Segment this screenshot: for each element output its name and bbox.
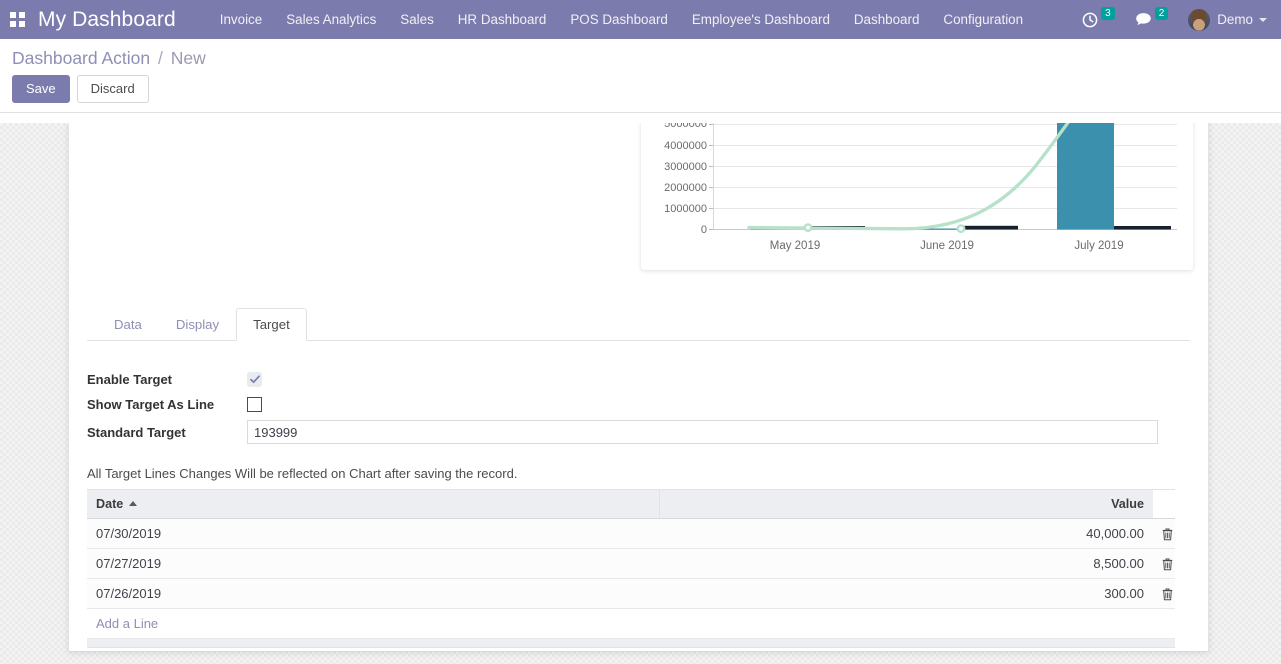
messaging-menu-button[interactable]: 2: [1125, 0, 1179, 39]
menu-item-hr-dashboard[interactable]: HR Dashboard: [446, 0, 559, 39]
breadcrumb: Dashboard Action / New: [12, 47, 1269, 69]
tab-target[interactable]: Target: [236, 308, 307, 341]
add-a-line-link[interactable]: Add a Line: [96, 616, 158, 631]
navbar-systray: 3 2 Demo: [1072, 0, 1281, 39]
menu-item-pos-dashboard[interactable]: POS Dashboard: [558, 0, 680, 39]
table-body: 07/30/2019 40,000.00 07/: [87, 519, 1175, 639]
notebook: Data Display Target Enable Target: [87, 308, 1190, 648]
cell-delete[interactable]: [1153, 519, 1175, 549]
user-menu-button[interactable]: Demo: [1178, 0, 1273, 39]
field-row-show-target-as-line: Show Target As Line: [87, 392, 1190, 417]
activity-count-badge: 3: [1101, 7, 1115, 20]
app-brand-title[interactable]: My Dashboard: [34, 8, 186, 32]
table-header-row: Date Value: [87, 490, 1175, 519]
tab-data[interactable]: Data: [97, 308, 159, 341]
cell-date[interactable]: 07/30/2019: [87, 519, 659, 549]
sort-ascending-icon: [129, 501, 137, 506]
cell-value[interactable]: 8,500.00: [659, 549, 1153, 579]
field-row-standard-target: Standard Target: [87, 417, 1190, 447]
menu-item-invoice[interactable]: Invoice: [208, 0, 274, 39]
main-menu: Invoice Sales Analytics Sales HR Dashboa…: [208, 0, 1035, 39]
notebook-tabs: Data Display Target: [87, 308, 1190, 341]
target-lines-note: All Target Lines Changes Will be reflect…: [87, 465, 1190, 482]
check-icon: [250, 375, 260, 384]
form-action-buttons: Save Discard: [12, 75, 1269, 103]
menu-item-sales[interactable]: Sales: [388, 0, 446, 39]
cell-value[interactable]: 300.00: [659, 579, 1153, 609]
add-line-row[interactable]: Add a Line: [87, 609, 1175, 639]
add-line-cell[interactable]: Add a Line: [87, 609, 1175, 639]
menu-item-dashboard[interactable]: Dashboard: [842, 0, 932, 39]
save-button[interactable]: Save: [12, 75, 70, 103]
form-sheet: 5000000 4000000 3000000 2000000 1000000 …: [68, 123, 1209, 652]
apps-grid-icon: [10, 12, 25, 27]
cell-delete[interactable]: [1153, 579, 1175, 609]
chart-series-trend: [749, 123, 1081, 229]
message-count-badge: 2: [1155, 7, 1169, 20]
tab-display[interactable]: Display: [159, 308, 236, 341]
enable-target-checkbox[interactable]: [247, 372, 262, 387]
y-tick-1000000: 1000000: [664, 203, 707, 215]
trash-icon[interactable]: [1162, 528, 1173, 541]
chart-svg: 5000000 4000000 3000000 2000000 1000000 …: [641, 123, 1193, 270]
cell-date[interactable]: 07/26/2019: [87, 579, 659, 609]
trash-icon[interactable]: [1162, 558, 1173, 571]
table-footer-band: [87, 639, 1175, 648]
menu-item-configuration[interactable]: Configuration: [931, 0, 1035, 39]
cell-value[interactable]: 40,000.00: [659, 519, 1153, 549]
column-header-date[interactable]: Date: [87, 490, 659, 519]
table-row[interactable]: 07/30/2019 40,000.00: [87, 519, 1175, 549]
tab-panel-target: Enable Target Show Target As Line: [87, 341, 1190, 648]
breadcrumb-root[interactable]: Dashboard Action: [12, 48, 150, 68]
target-form: Enable Target Show Target As Line: [87, 367, 1190, 447]
y-tick-0: 0: [701, 224, 707, 236]
standard-target-label: Standard Target: [87, 425, 247, 440]
column-header-actions: [1153, 490, 1175, 519]
show-target-as-line-label: Show Target As Line: [87, 397, 247, 412]
user-name-label: Demo: [1217, 12, 1253, 27]
menu-item-sales-analytics[interactable]: Sales Analytics: [274, 0, 388, 39]
activity-menu-button[interactable]: 3: [1072, 0, 1125, 39]
chat-bubble-icon: [1135, 12, 1152, 27]
x-tick-june-2019: June 2019: [920, 240, 974, 252]
target-lines-section: All Target Lines Changes Will be reflect…: [87, 465, 1190, 648]
user-avatar: [1188, 9, 1210, 31]
breadcrumb-current: New: [171, 48, 206, 68]
y-tick-5000000: 5000000: [664, 123, 707, 130]
y-tick-4000000: 4000000: [664, 140, 707, 152]
top-navbar: My Dashboard Invoice Sales Analytics Sal…: [0, 0, 1281, 39]
table-row[interactable]: 07/27/2019 8,500.00: [87, 549, 1175, 579]
field-row-enable-target: Enable Target: [87, 367, 1190, 392]
discard-button[interactable]: Discard: [77, 75, 149, 103]
y-tick-3000000: 3000000: [664, 161, 707, 173]
show-target-as-line-checkbox[interactable]: [247, 397, 262, 412]
table-row[interactable]: 07/26/2019 300.00: [87, 579, 1175, 609]
enable-target-label: Enable Target: [87, 372, 247, 387]
clock-icon: [1082, 12, 1098, 28]
standard-target-input[interactable]: [247, 420, 1158, 444]
x-tick-may-2019: May 2019: [770, 240, 821, 252]
control-panel: Dashboard Action / New Save Discard: [0, 39, 1281, 113]
menu-item-employees-dashboard[interactable]: Employee's Dashboard: [680, 0, 842, 39]
y-tick-2000000: 2000000: [664, 182, 707, 194]
x-tick-july-2019: July 2019: [1074, 240, 1123, 252]
cell-delete[interactable]: [1153, 549, 1175, 579]
chevron-down-icon: [1259, 18, 1267, 22]
trash-icon[interactable]: [1162, 588, 1173, 601]
breadcrumb-separator: /: [158, 48, 163, 68]
chart-series-amount: [751, 123, 1114, 230]
target-lines-table: Date Value 07/30/2019 40,000.00: [87, 489, 1175, 639]
page-body: 5000000 4000000 3000000 2000000 1000000 …: [0, 123, 1281, 664]
apps-menu-button[interactable]: [0, 0, 34, 39]
column-header-value[interactable]: Value: [659, 490, 1153, 519]
dashboard-chart-card: 5000000 4000000 3000000 2000000 1000000 …: [641, 123, 1193, 270]
chart-canvas[interactable]: 5000000 4000000 3000000 2000000 1000000 …: [641, 123, 1193, 270]
column-header-date-label: Date: [96, 497, 123, 511]
cell-date[interactable]: 07/27/2019: [87, 549, 659, 579]
